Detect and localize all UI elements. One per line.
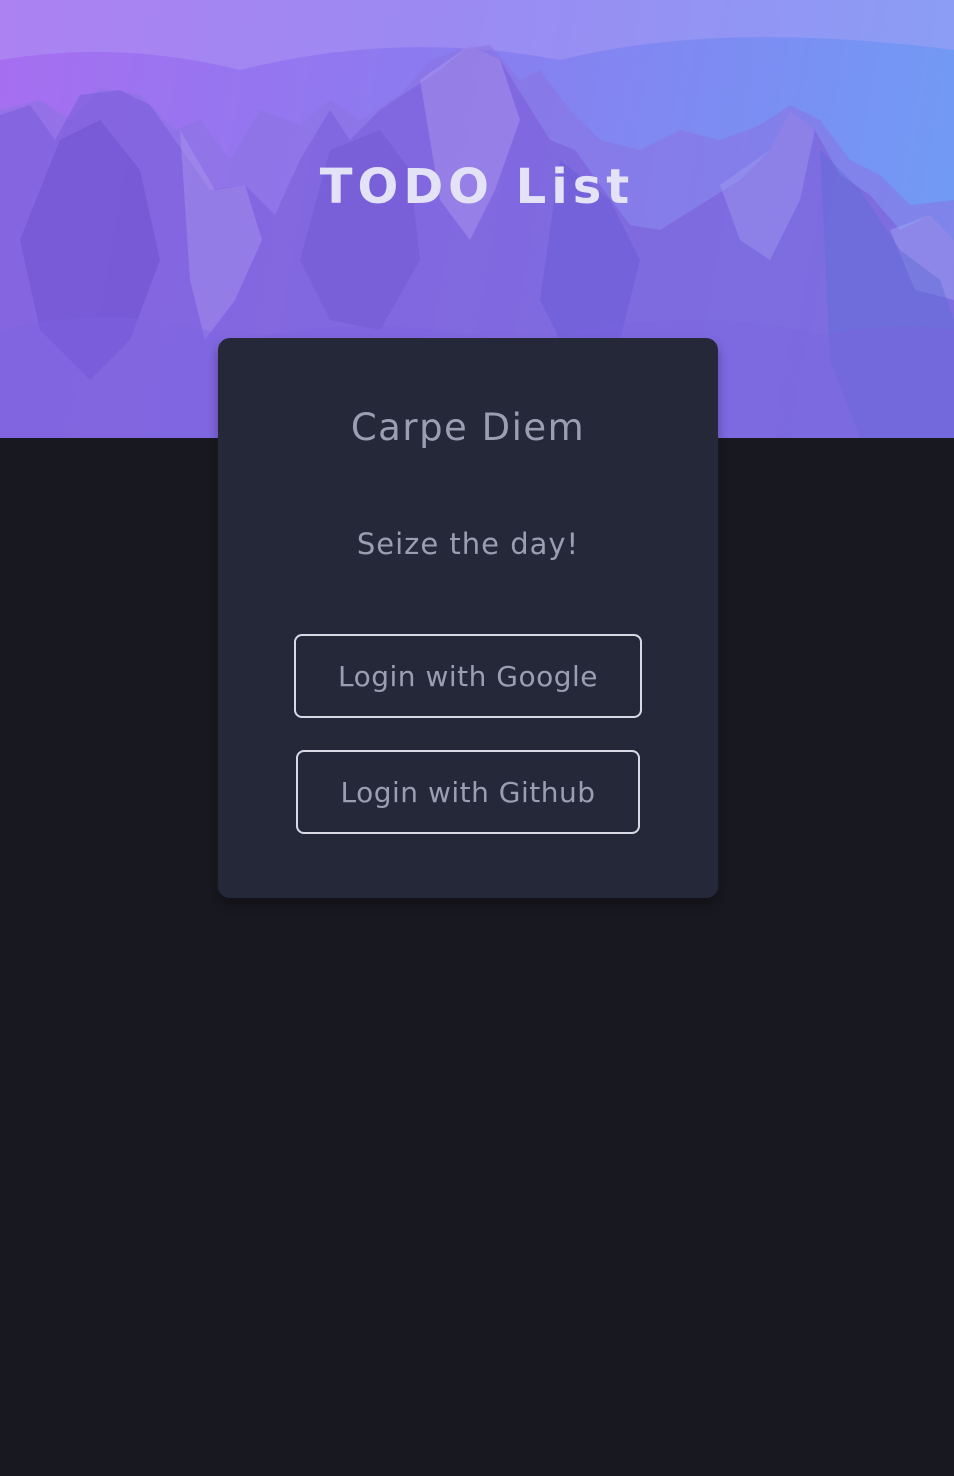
app-title: TODO List bbox=[319, 159, 635, 215]
login-github-button[interactable]: Login with Github bbox=[296, 750, 640, 834]
login-card: Carpe Diem Seize the day! Login with Goo… bbox=[218, 338, 718, 898]
card-title: Carpe Diem bbox=[350, 406, 586, 449]
login-google-button[interactable]: Login with Google bbox=[294, 634, 642, 718]
card-subtitle: Seize the day! bbox=[356, 527, 580, 561]
